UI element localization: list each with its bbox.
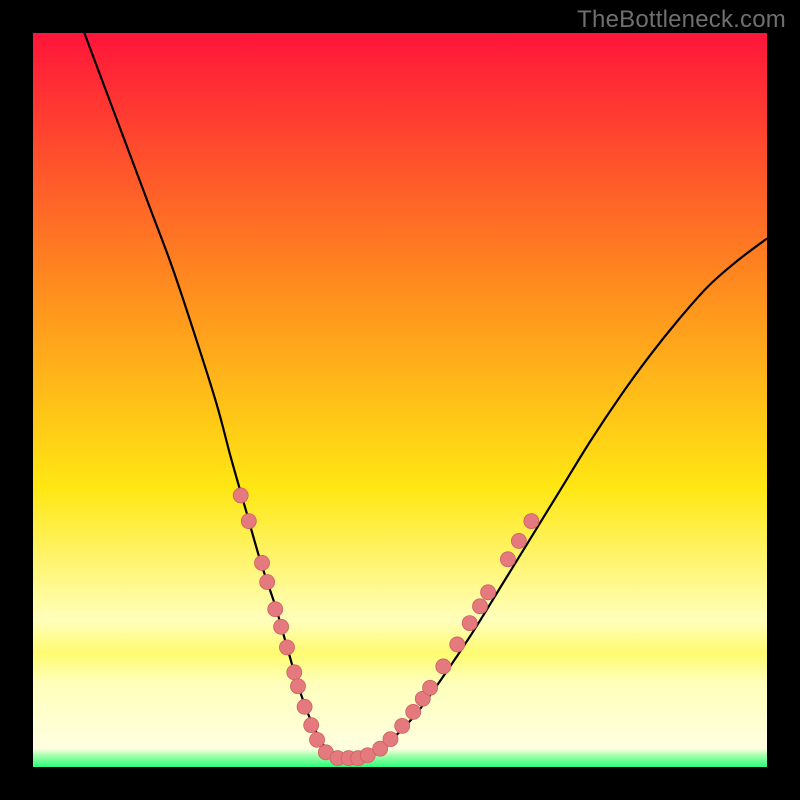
marker-dot (462, 616, 477, 631)
marker-dot (290, 679, 305, 694)
marker-dot (406, 704, 421, 719)
marker-dot (310, 732, 325, 747)
marker-dot (473, 599, 488, 614)
marker-dot (287, 665, 302, 680)
marker-dot (395, 718, 410, 733)
marker-dot (500, 552, 515, 567)
marker-dot (524, 514, 539, 529)
marker-dot (260, 575, 275, 590)
highlight-markers (233, 488, 539, 766)
marker-dot (297, 699, 312, 714)
marker-dot (436, 659, 451, 674)
marker-dot (304, 718, 319, 733)
marker-dot (481, 585, 496, 600)
plot-svg (33, 33, 767, 767)
bottleneck-curve (84, 33, 767, 760)
watermark-text: TheBottleneck.com (577, 6, 786, 34)
marker-dot (423, 680, 438, 695)
marker-dot (511, 533, 526, 548)
marker-dot (274, 619, 289, 634)
marker-dot (241, 514, 256, 529)
marker-dot (450, 637, 465, 652)
marker-dot (279, 640, 294, 655)
marker-dot (233, 488, 248, 503)
marker-dot (255, 555, 270, 570)
marker-dot (268, 602, 283, 617)
plot-frame (33, 33, 767, 767)
marker-dot (383, 732, 398, 747)
